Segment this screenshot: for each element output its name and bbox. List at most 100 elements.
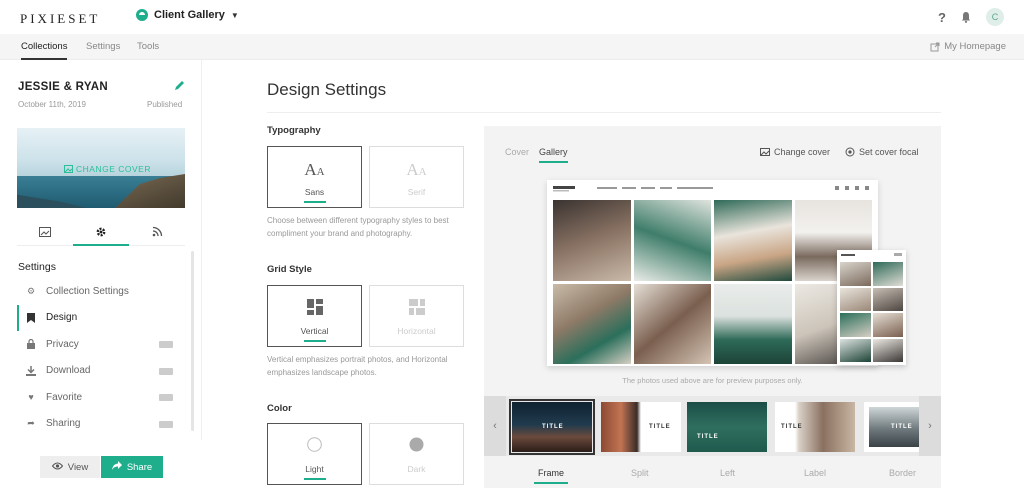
grid-style-description: Vertical emphasizes portrait photos, and… [267,355,448,377]
view-button[interactable]: View [40,456,100,478]
download-toggle[interactable] [159,367,173,375]
grid-style-label: Grid Style [267,264,312,275]
set-cover-focal-label: Set cover focal [859,147,919,157]
privacy-toggle[interactable] [159,341,173,348]
my-homepage-link[interactable]: My Homepage [930,41,1006,52]
cover-layout-label-thumb[interactable]: TITLE [775,402,855,452]
help-icon[interactable]: ? [938,10,946,25]
preview-tab-gallery[interactable]: Gallery [539,147,568,163]
lock-icon [25,339,37,350]
chevron-down-icon: ▼ [230,10,239,20]
sidebar-item-collection-settings[interactable]: ⚙ Collection Settings [17,278,185,305]
cover-layout-frame-thumb[interactable]: TITLE [509,399,595,455]
preview-photo [553,283,631,364]
focus-icon [845,147,855,157]
status-badge: Published [147,100,183,109]
sidebar-item-design[interactable]: Design [17,304,185,331]
layout-border[interactable]: Border [889,468,916,478]
settings-menu: ⚙ Collection Settings Design Privacy Dow… [17,278,185,437]
avatar[interactable]: C [986,8,1004,26]
chevron-left-icon[interactable]: ‹ [484,396,506,456]
typography-option-sans[interactable]: AA Sans [267,146,362,208]
cover-layout-split-thumb[interactable]: TITLE [601,402,681,452]
change-cover-link-label: Change cover [774,147,831,157]
bell-icon[interactable] [960,11,972,23]
app-switcher-label: Client Gallery [154,9,225,21]
tab-photos[interactable] [17,218,73,245]
option-label: Serif [407,187,426,197]
preview-photo [553,200,631,281]
bookmark-icon [25,312,37,323]
rss-icon [152,226,162,237]
eye-icon [51,462,63,473]
sidebar-scrollbar[interactable] [191,251,194,431]
photos-icon [39,226,51,237]
collection-title: JESSIE & RYAN [18,81,108,93]
title-divider [267,112,941,113]
color-label: Color [267,403,292,414]
preview-photo [840,287,871,311]
preview-photo [840,313,871,337]
preview-note: The photos used above are for preview pu… [622,376,803,385]
sidebar-item-privacy[interactable]: Privacy [17,331,185,358]
thumb-title: TITLE [649,424,671,430]
collection-sidebar: JESSIE & RYAN October 11th, 2019 Publish… [0,60,202,488]
thumb-title: TITLE [542,424,564,430]
sidebar-item-sharing[interactable]: ➦ Sharing [17,411,185,438]
sharing-toggle[interactable] [159,420,173,428]
preview-photo [872,262,903,286]
sidebar-item-label: Collection Settings [46,285,129,297]
thumb-title: TITLE [891,424,913,430]
sidebar-item-favorite[interactable]: ♥ Favorite [17,384,185,411]
my-homepage-label: My Homepage [944,41,1006,52]
sidebar-item-download[interactable]: Download [17,358,185,385]
option-label: Sans [268,187,361,203]
preview-photo [714,283,792,364]
color-option-dark[interactable]: Dark [369,423,464,485]
image-icon [760,148,770,156]
set-cover-focal-link[interactable]: Set cover focal [845,147,919,157]
layout-split[interactable]: Split [631,468,649,478]
top-bar: PIXIESET Client Gallery ▼ ? C [0,0,1024,34]
pencil-icon[interactable] [174,80,185,94]
option-label: Horizontal [397,326,436,336]
light-swatch-icon [268,437,361,457]
serif-glyph: AA [406,160,427,179]
change-cover-button[interactable]: CHANGE COVER [64,164,151,174]
desktop-preview [547,180,878,366]
layout-label[interactable]: Label [804,468,826,478]
cover-image[interactable]: CHANGE COVER [17,128,185,208]
preview-photo [840,338,871,362]
chevron-right-icon[interactable]: › [919,396,941,456]
cover-layout-names: Frame Split Left Label Border [484,466,941,488]
share-button[interactable]: Share [101,456,163,478]
app-switcher[interactable]: Client Gallery ▼ [136,9,239,21]
thumb-title: TITLE [697,434,719,440]
tab-activity[interactable] [129,218,185,245]
tab-collections[interactable]: Collections [21,41,68,60]
layout-frame[interactable]: Frame [533,468,569,484]
brand-logo[interactable]: PIXIESET [20,11,100,27]
typography-option-serif[interactable]: AA Serif [369,146,464,208]
change-cover-link[interactable]: Change cover [760,147,830,157]
grid-option-horizontal[interactable]: Horizontal [369,285,464,347]
layout-left[interactable]: Left [720,468,735,478]
color-option-light[interactable]: Light [267,423,362,485]
favorite-toggle[interactable] [159,394,173,401]
preview-tab-cover[interactable]: Cover [505,147,529,157]
thumb-title: TITLE [781,424,803,430]
tab-settings[interactable]: Settings [86,41,120,52]
tab-design-settings[interactable] [73,218,129,246]
share-arrow-icon [111,461,122,473]
change-cover-label: CHANGE COVER [76,164,151,174]
cover-layout-left-thumb[interactable]: TITLE [687,402,767,452]
grid-option-vertical[interactable]: Vertical [267,285,362,347]
horizontal-grid-icon [370,299,463,320]
header-actions: ? C [938,8,1004,26]
tab-tools[interactable]: Tools [137,41,159,52]
preview-photo [633,200,711,281]
mobile-preview [837,250,906,365]
option-label: Dark [407,464,426,474]
preview-photo [840,262,871,286]
preview-photo-grid [553,200,872,364]
